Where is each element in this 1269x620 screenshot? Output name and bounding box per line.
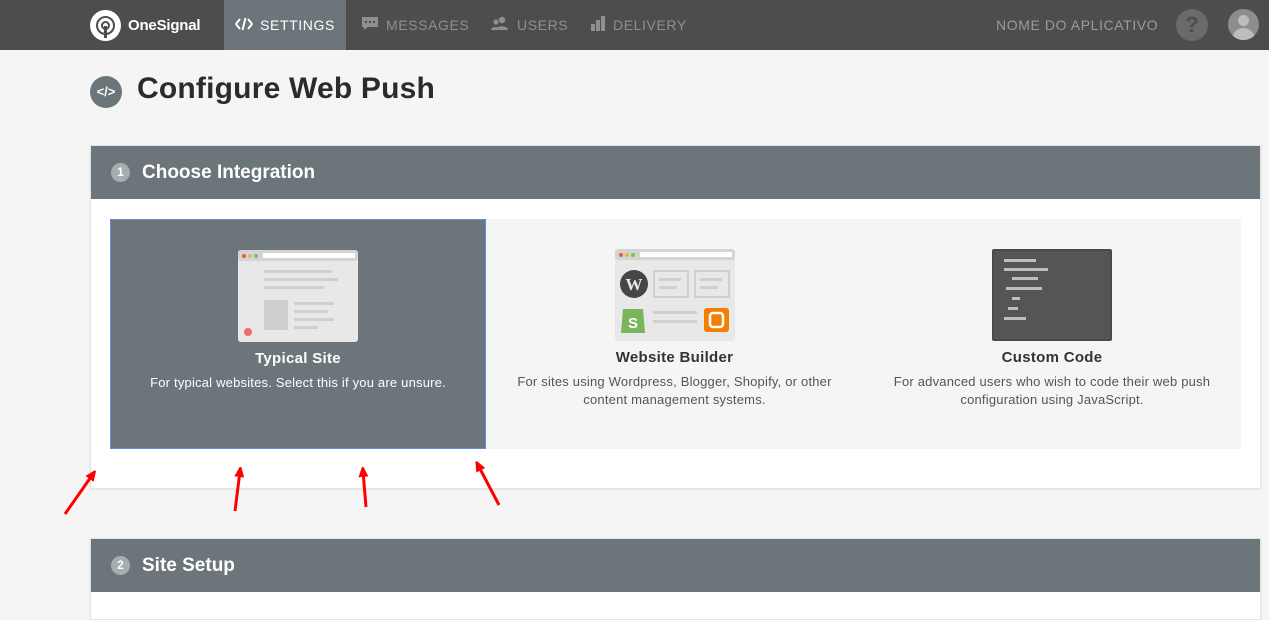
choose-integration-section: 1 Choose Integration Typical Site For ty… (90, 145, 1261, 489)
svg-text:W: W (625, 275, 642, 294)
option-title: Custom Code (1001, 349, 1103, 366)
arrow-icon (63, 474, 93, 515)
code-icon (234, 17, 254, 34)
chat-bubble-icon (361, 16, 379, 34)
page-title: Configure Web Push (137, 72, 436, 105)
step-number-badge: 2 (111, 556, 130, 575)
step-number-badge: 1 (111, 163, 130, 182)
onesignal-logo-icon (90, 9, 121, 41)
nav-users[interactable]: USERS (490, 0, 568, 50)
option-description: For sites using Wordpress, Blogger, Shop… (517, 374, 832, 407)
nav-settings-label: SETTINGS (260, 17, 335, 33)
app-name-selector[interactable]: NOME DO APLICATIVO (996, 17, 1158, 33)
option-description: For typical websites. Select this if you… (150, 375, 446, 390)
nav-delivery-label: DELIVERY (613, 17, 687, 33)
website-builder-icon: W S (614, 249, 735, 341)
bar-chart-icon (590, 16, 606, 34)
section-header[interactable]: 2 Site Setup (91, 539, 1260, 592)
browser-page-icon (238, 250, 358, 342)
svg-text:S: S (627, 315, 637, 332)
option-title: Website Builder (615, 349, 734, 366)
users-icon (490, 16, 510, 34)
section-title: Choose Integration (142, 161, 316, 183)
brand-name: OneSignal (128, 16, 201, 34)
code-terminal-icon (992, 249, 1112, 341)
nav-users-label: USERS (517, 17, 569, 33)
help-icon[interactable]: ? (1176, 9, 1208, 41)
section-title: Site Setup (142, 554, 235, 576)
nav-delivery[interactable]: DELIVERY (590, 0, 687, 50)
code-icon: </> (90, 76, 122, 108)
nav-settings[interactable]: SETTINGS (224, 0, 346, 50)
option-custom-code[interactable]: Custom Code For advanced users who wish … (863, 219, 1241, 449)
onesignal-logo[interactable]: OneSignal (90, 9, 201, 41)
nav-messages-label: MESSAGES (386, 17, 470, 33)
option-website-builder[interactable]: W S Website Builder For sites using Word… (486, 219, 863, 449)
option-typical-site[interactable]: Typical Site For typical websites. Selec… (110, 219, 486, 449)
avatar[interactable] (1228, 9, 1259, 40)
nav-messages[interactable]: MESSAGES (361, 0, 469, 50)
option-description: For advanced users who wish to code thei… (893, 374, 1211, 407)
section-header: 1 Choose Integration (91, 146, 1260, 199)
integration-options: Typical Site For typical websites. Selec… (110, 219, 1241, 449)
top-navbar: OneSignal SETTINGS MESSAGES USERS DELIVE… (0, 0, 1269, 50)
option-title: Typical Site (255, 350, 341, 367)
